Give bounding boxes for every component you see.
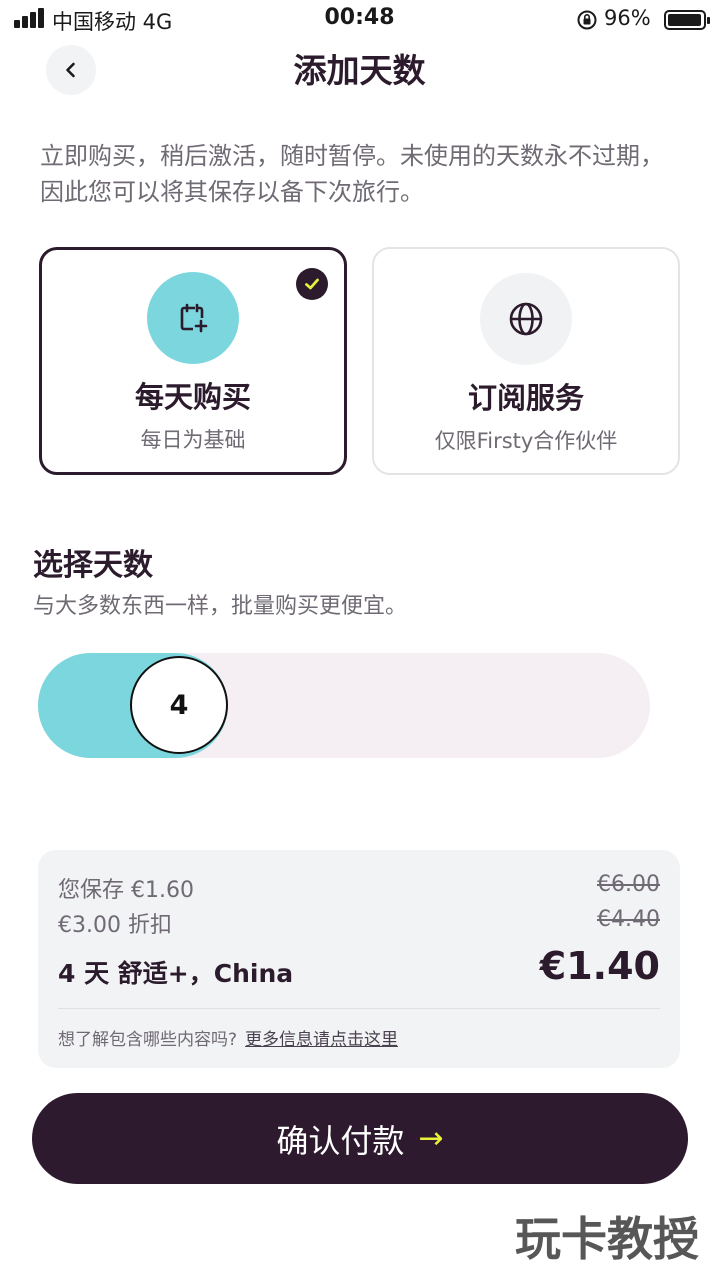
plan-title: 订阅服务	[467, 381, 584, 415]
page-title: 添加天数	[293, 51, 426, 90]
days-slider[interactable]: 4	[38, 653, 650, 758]
original-price: €6.00	[597, 872, 660, 897]
plan-subtitle: 仅限Firsty合作伙伴	[434, 429, 618, 453]
plan-icon-circle	[147, 272, 239, 364]
battery-percentage: 96%	[604, 6, 651, 30]
more-info-link[interactable]: 更多信息请点击这里	[245, 1030, 398, 1050]
status-bar: 中国移动 4G 00:48 96%	[0, 0, 719, 40]
plan-card-subscription[interactable]: 订阅服务 仅限Firsty合作伙伴	[372, 247, 680, 475]
plan-title: 每天购买	[134, 380, 251, 414]
plan-icon-circle	[480, 273, 572, 365]
plan-summary-label: 4 天 舒适+，China	[58, 959, 294, 988]
summary-divider	[58, 1008, 660, 1009]
days-slider-thumb[interactable]: 4	[130, 656, 228, 754]
discounted-price: €4.40	[597, 907, 660, 932]
total-price: €1.40	[539, 944, 660, 988]
calendar-plus-icon	[180, 303, 208, 333]
info-line: 想了解包含哪些内容吗? 更多信息请点击这里	[58, 1025, 398, 1050]
arrow-right-icon: →	[418, 1121, 444, 1156]
savings-label: 您保存 €1.60	[58, 878, 194, 903]
confirm-payment-button[interactable]: 确认付款 →	[32, 1093, 688, 1184]
days-section-title: 选择天数	[33, 548, 153, 583]
info-question: 想了解包含哪些内容吗?	[58, 1030, 238, 1050]
battery-icon	[664, 10, 710, 30]
watermark: 玩卡教授	[515, 1212, 699, 1266]
orientation-lock-icon	[577, 10, 597, 30]
discount-label: €3.00 折扣	[58, 913, 172, 938]
days-section-subtitle: 与大多数东西一样，批量购买更便宜。	[33, 594, 408, 619]
globe-icon	[509, 302, 543, 336]
selected-check-icon	[296, 268, 328, 300]
confirm-payment-label: 确认付款	[276, 1121, 405, 1160]
plan-subtitle: 每日为基础	[140, 428, 246, 452]
intro-text: 立即购买，稍后激活，随时暂停。未使用的天数永不过期，因此您可以将其保存以备下次旅…	[40, 142, 664, 206]
plan-card-daily[interactable]: 每天购买 每日为基础	[39, 247, 347, 475]
price-summary: 您保存 €1.60 €6.00 €3.00 折扣 €4.40 4 天 舒适+，C…	[38, 850, 680, 1068]
